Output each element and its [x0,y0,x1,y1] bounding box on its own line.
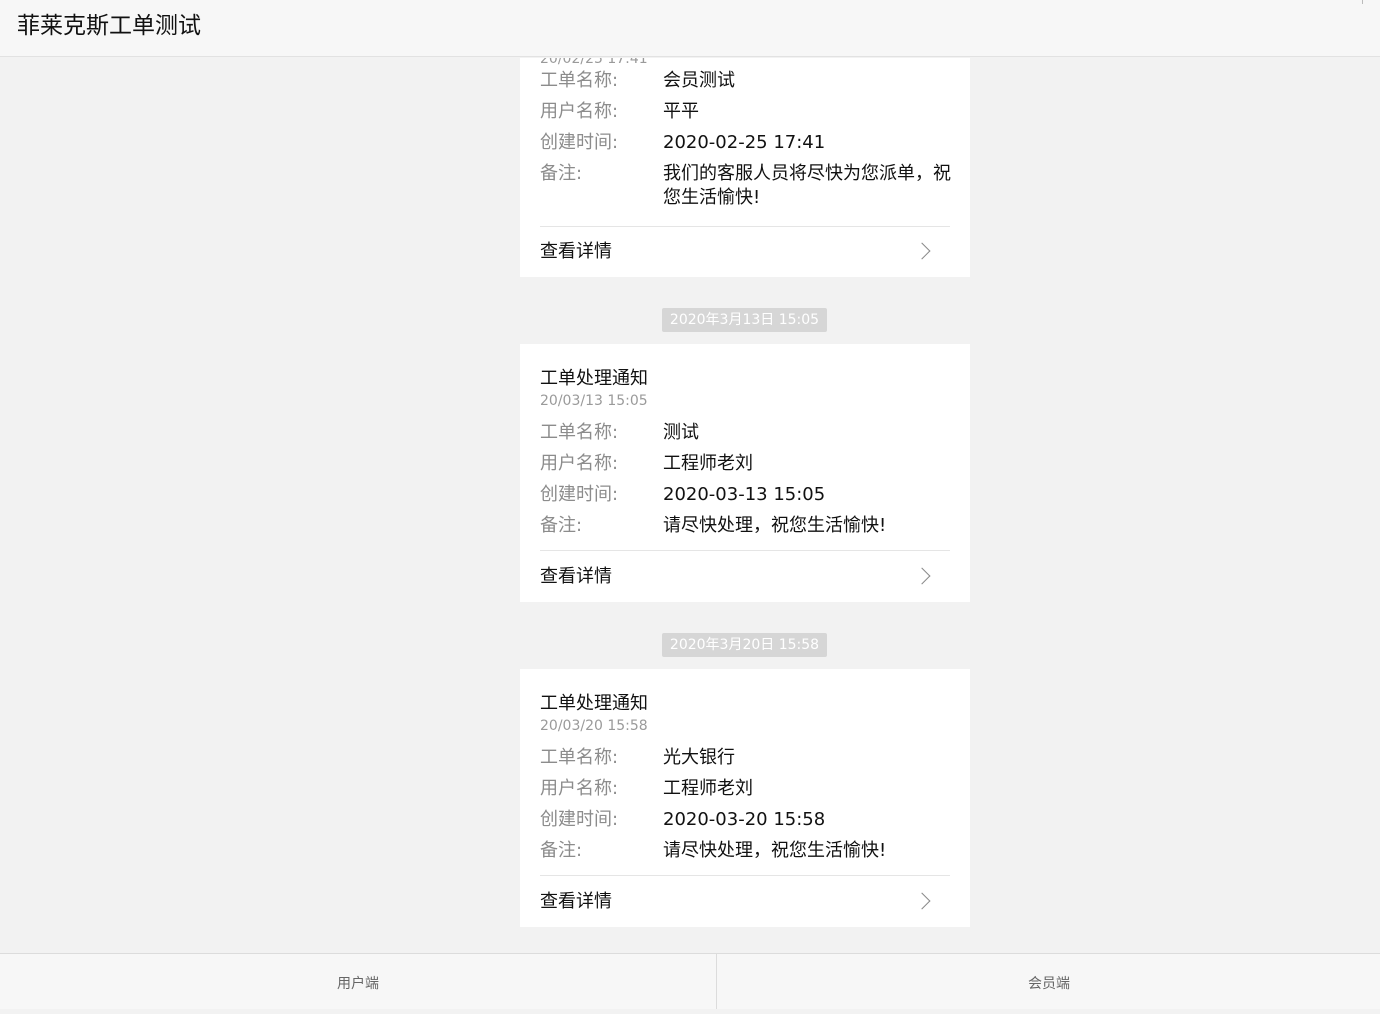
view-detail-label: 查看详情 [540,891,612,912]
work-order-card: 工单处理通知 20/03/20 15:58 工单名称: 光大银行 用户名称: 工… [520,669,970,927]
card-title: 工单处理通知 [540,693,648,714]
chevron-right-icon [913,567,931,585]
order-name-label: 工单名称: [540,422,619,443]
order-name-label: 工单名称: [540,747,619,768]
view-detail-link[interactable]: 查看详情 [540,890,950,914]
card-timestamp: 20/02/25 17:41 [540,58,648,67]
user-name-label: 用户名称: [540,453,619,474]
chevron-right-icon [913,242,931,260]
card-timestamp: 20/03/13 15:05 [540,393,648,409]
user-name-value: 工程师老刘 [663,453,753,474]
order-name-value: 会员测试 [663,70,735,91]
view-detail-link[interactable]: 查看详情 [540,240,950,264]
work-order-card: 20/02/25 17:41 工单名称: 会员测试 用户名称: 平平 创建时间:… [520,58,970,277]
remark-label: 备注: [540,840,583,861]
order-name-value: 测试 [663,422,699,443]
user-name-value: 工程师老刘 [663,778,753,799]
created-time-label: 创建时间: [540,484,619,505]
remark-value: 请尽快处理，祝您生活愉快! [663,515,887,536]
created-time-value: 2020-03-20 15:58 [663,809,826,830]
work-order-card: 工单处理通知 20/03/13 15:05 工单名称: 测试 用户名称: 工程师… [520,344,970,602]
user-name-label: 用户名称: [540,778,619,799]
order-name-value: 光大银行 [663,747,735,768]
app-header: 菲莱克斯工单测试 [0,0,1380,57]
card-title: 工单处理通知 [540,368,648,389]
date-badge: 2020年3月13日 15:05 [662,308,827,332]
tab-member[interactable]: 会员端 [718,954,1380,1009]
order-name-label: 工单名称: [540,70,619,91]
chevron-right-icon [913,892,931,910]
created-time-value: 2020-02-25 17:41 [663,132,826,153]
remark-value: 请尽快处理，祝您生活愉快! [663,840,887,861]
header-corner-mark [1362,0,1363,4]
view-detail-link[interactable]: 查看详情 [540,565,950,589]
remark-value: 我们的客服人员将尽快为您派单，祝您生活愉快! [663,163,951,208]
page-title: 菲莱克斯工单测试 [17,13,201,39]
remark-label: 备注: [540,163,583,184]
card-divider [540,226,950,227]
created-time-label: 创建时间: [540,809,619,830]
created-time-label: 创建时间: [540,132,619,153]
user-name-label: 用户名称: [540,101,619,122]
card-divider [540,875,950,876]
date-badge: 2020年3月20日 15:58 [662,633,827,657]
tab-user[interactable]: 用户端 [0,954,717,1009]
view-detail-label: 查看详情 [540,241,612,262]
view-detail-label: 查看详情 [540,566,612,587]
bottom-tab-bar: 用户端 会员端 [0,953,1380,1009]
user-name-value: 平平 [663,101,699,122]
message-list[interactable]: 20/02/25 17:41 工单名称: 会员测试 用户名称: 平平 创建时间:… [0,58,1380,953]
remark-label: 备注: [540,515,583,536]
created-time-value: 2020-03-13 15:05 [663,484,826,505]
card-divider [540,550,950,551]
card-timestamp: 20/03/20 15:58 [540,718,648,734]
